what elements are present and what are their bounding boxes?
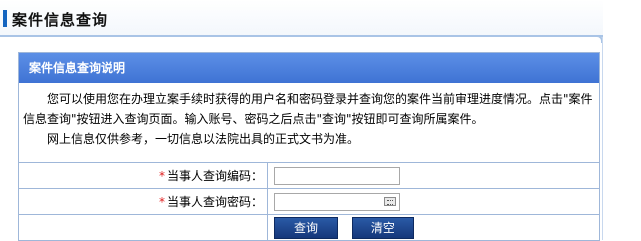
password-input-cell — [267, 188, 600, 215]
clear-button[interactable]: 清空 — [351, 216, 414, 239]
query-code-input[interactable] — [274, 166, 400, 185]
page-title: 案件信息查询 — [12, 11, 109, 29]
form-row-code: * 当事人查询编码： — [18, 162, 600, 189]
page-header: 案件信息查询 — [0, 0, 603, 43]
password-label-cell: * 当事人查询密码： — [18, 188, 268, 215]
instructions-paragraph-2: 网上信息仅供参考，一切信息以法院出具的正式文书为准。 — [47, 132, 360, 146]
keyboard-icon[interactable] — [384, 196, 396, 206]
query-button[interactable]: 查询 — [274, 216, 338, 239]
header-divider — [0, 35, 603, 37]
code-label: 当事人查询编码： — [166, 169, 263, 183]
right-border-line — [602, 37, 603, 240]
form-row-password: * 当事人查询密码： — [18, 188, 600, 215]
query-password-input[interactable] — [274, 192, 400, 211]
login-form: * 当事人查询编码： * 当事人查询密码： 查询 清空 — [18, 162, 600, 241]
code-label-cell: * 当事人查询编码： — [18, 162, 268, 189]
instructions-paragraph-1: 您可以使用您在办理立案手续时获得的用户名和密码登录并查询您的案件当前审理进度情况… — [23, 92, 593, 126]
buttons-cell: 查询 清空 — [267, 214, 600, 241]
code-input-cell — [267, 162, 600, 189]
title-accent-bar — [3, 10, 7, 27]
form-row-buttons: 查询 清空 — [18, 214, 600, 241]
instructions: 您可以使用您在办理立案手续时获得的用户名和密码登录并查询您的案件当前审理进度情况… — [19, 83, 599, 149]
buttons-spacer-cell — [18, 214, 268, 241]
password-label: 当事人查询密码： — [166, 195, 263, 209]
panel-heading: 案件信息查询说明 — [19, 53, 599, 83]
required-mark: * — [158, 169, 165, 183]
required-mark: * — [158, 195, 165, 209]
query-panel: 案件信息查询说明 您可以使用您在办理立案手续时获得的用户名和密码登录并查询您的案… — [18, 52, 600, 241]
